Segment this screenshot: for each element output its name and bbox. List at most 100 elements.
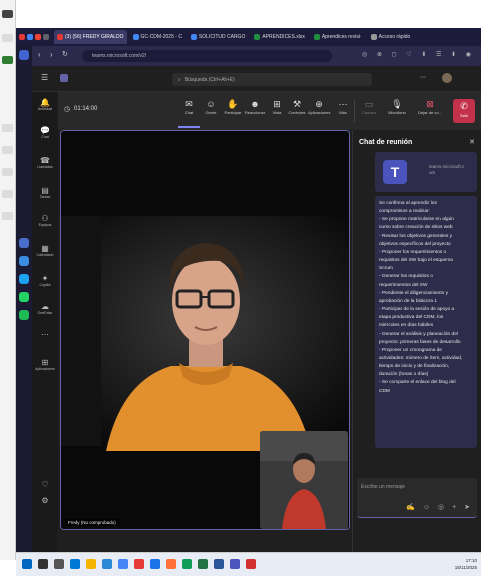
meeting-button-mas[interactable]: ⋯ Más bbox=[332, 98, 354, 115]
tab-fredy-giraldo[interactable]: (3) (56) FREDY GIRALDO bbox=[54, 30, 127, 44]
meeting-button-participar[interactable]: ✋ Participar bbox=[222, 98, 244, 115]
home-icon[interactable] bbox=[19, 50, 29, 60]
rail-item-equipos[interactable]: ⚇ Equipos bbox=[32, 214, 58, 227]
link-preview-card[interactable]: T teams.microsoft.c om bbox=[375, 152, 477, 192]
rail-label: Equipos bbox=[38, 223, 52, 227]
rail-item-chat[interactable]: 💬 Chat bbox=[32, 126, 58, 139]
self-video bbox=[260, 431, 348, 529]
search-icon[interactable] bbox=[38, 559, 48, 569]
meeting-button-chat[interactable]: ✉ Chat bbox=[178, 98, 200, 128]
rail-label: OneDrive bbox=[37, 311, 53, 315]
clock-date: 18/11/2025 bbox=[454, 565, 477, 570]
stop-sharing-button[interactable]: ⊠ Dejar de co... bbox=[416, 98, 444, 115]
chat-message-line: tiempo de inicio y de finalización, bbox=[379, 364, 450, 370]
more-options-icon[interactable]: ⋯ bbox=[420, 74, 426, 81]
browser-tab-bar: (3) (56) FREDY GIRALDO GC-CDM-2025 - C S… bbox=[16, 28, 481, 46]
camera-button[interactable]: ▭ Cámara bbox=[358, 98, 380, 115]
meeting-button-aplicaciones[interactable]: ⊕ Aplicaciones bbox=[308, 98, 330, 115]
leave-button[interactable]: ✆ Salir bbox=[453, 99, 475, 123]
windows-start-icon[interactable] bbox=[22, 559, 32, 569]
meeting-button-label: Participar bbox=[224, 110, 242, 115]
file-explorer-icon[interactable] bbox=[86, 559, 96, 569]
address-bar-row: ‹ › ↻ teams.microsoft.com/v2/ ◎ ⊕ ◻ ♡ ⬇ … bbox=[32, 46, 481, 66]
firefox-icon[interactable] bbox=[166, 559, 176, 569]
compose-tools-icons[interactable]: ✍ ☺ ◎ + ➤ bbox=[406, 503, 473, 511]
chat-message-line: duración (horas o días) bbox=[379, 372, 429, 378]
teams-icon[interactable] bbox=[230, 559, 240, 569]
tab-aprendices-revision[interactable]: Aprendices revisi· bbox=[311, 30, 365, 44]
shield-icon: ◷ bbox=[64, 106, 71, 113]
rail-item-llamadas[interactable]: ☎ Llamadas bbox=[32, 156, 58, 169]
meeting-chat-panel: Chat de reunión ✕ T teams.microsoft.c om … bbox=[352, 130, 481, 552]
message-compose-box[interactable]: Escribe un mensaje ✍ ☺ ◎ + ➤ bbox=[357, 478, 477, 518]
tab-label: Acceso rápido bbox=[378, 34, 411, 40]
chat-message-line: miércoles en días hábiles bbox=[379, 323, 434, 329]
tab-favicon-icon bbox=[132, 34, 139, 40]
rail-item-help[interactable]: ♡ bbox=[32, 480, 58, 489]
rail-item-settings[interactable]: ⚙ bbox=[32, 496, 58, 505]
meeting-button-label: Gente bbox=[205, 110, 217, 115]
meeting-button-vista[interactable]: ⊞ Vista bbox=[266, 98, 288, 115]
app-icon[interactable] bbox=[150, 559, 160, 569]
tab-favicon-icon bbox=[57, 34, 63, 40]
list-icon bbox=[2, 168, 13, 176]
back-icon[interactable]: ‹ bbox=[38, 50, 41, 59]
apps-icon: ⊕ bbox=[315, 99, 323, 109]
meeting-button-gente[interactable]: ☺ Gente bbox=[200, 98, 222, 115]
meeting-button-controles[interactable]: ⚒ Controles bbox=[286, 98, 308, 115]
camera-off-icon: ▭ bbox=[364, 99, 374, 109]
cloud-icon: ☁ bbox=[41, 302, 49, 311]
opera-icon[interactable] bbox=[134, 559, 144, 569]
rail-item-aplicaciones[interactable]: ⊞ Aplicaciones bbox=[32, 358, 58, 371]
menu-icon[interactable]: ☰ bbox=[41, 73, 48, 82]
url-field[interactable]: teams.microsoft.com/v2/ bbox=[82, 50, 332, 62]
tab-gc-cdm[interactable]: GC-CDM-2025 - C bbox=[130, 30, 185, 44]
store-icon[interactable] bbox=[102, 559, 112, 569]
tab-favicon-icon bbox=[313, 34, 320, 40]
copilot-icon: ✦ bbox=[41, 274, 49, 283]
tab-acceso-rapido[interactable]: Acceso rápido bbox=[368, 30, 414, 44]
pdf-icon[interactable] bbox=[246, 559, 256, 569]
rail-item-tareas[interactable]: ▤ Tareas bbox=[32, 186, 58, 199]
microphone-button[interactable]: 🎙 Micrófono bbox=[386, 98, 408, 115]
app-icon[interactable] bbox=[182, 559, 192, 569]
tab-label: Aprendices revisi· bbox=[321, 34, 362, 40]
rail-item-calendario[interactable]: ▦ Calendario bbox=[32, 244, 58, 257]
edge-icon[interactable] bbox=[70, 559, 80, 569]
word-icon[interactable] bbox=[214, 559, 224, 569]
tab-solicitud-cargo[interactable]: SOLICITUD CARGO bbox=[188, 30, 248, 44]
chrome-icon[interactable] bbox=[118, 559, 128, 569]
meeting-button-label: Micrófono bbox=[388, 110, 406, 115]
forward-icon[interactable]: › bbox=[50, 50, 53, 59]
reload-icon[interactable]: ↻ bbox=[62, 50, 68, 58]
self-view-tile[interactable] bbox=[260, 431, 348, 529]
system-clock[interactable]: 17:10 18/11/2025 bbox=[455, 557, 477, 571]
messenger-icon[interactable] bbox=[19, 274, 29, 284]
bell-icon: 🔔 bbox=[40, 98, 50, 107]
close-icon[interactable]: ✕ bbox=[469, 138, 475, 146]
rail-item-copilot[interactable]: ✦ Copilot bbox=[32, 274, 58, 287]
avatar[interactable] bbox=[442, 73, 452, 83]
sidebar-app-icon[interactable] bbox=[19, 256, 29, 266]
windows-taskbar: 17:10 18/11/2025 bbox=[16, 552, 481, 576]
rail-item-more[interactable]: ⋯ bbox=[32, 330, 58, 339]
whatsapp-icon[interactable] bbox=[19, 292, 29, 302]
tab-aprendices[interactable]: APRENDICES.xlsx bbox=[251, 30, 308, 44]
rail-item-onedrive[interactable]: ☁ OneDrive bbox=[32, 302, 58, 315]
browser-toolbar-icons[interactable]: ◎ ⊕ ◻ ♡ ⬇ ☰ ⬇ ◉ bbox=[362, 51, 475, 58]
chat-message-line: - Generar los requisitos o bbox=[379, 274, 433, 280]
spotify-icon[interactable] bbox=[19, 310, 29, 320]
sidebar-app-icon[interactable] bbox=[19, 238, 29, 248]
rail-label: Llamadas bbox=[37, 165, 53, 169]
meeting-button-reaccionar[interactable]: ☻ Reaccionar bbox=[244, 98, 266, 115]
meeting-button-label: Reaccionar bbox=[244, 110, 266, 115]
task-view-icon[interactable] bbox=[54, 559, 64, 569]
search-icon: ⌕ bbox=[178, 76, 181, 83]
teams-rail: 🔔 Actividad 💬 Chat ☎ Llamadas ▤ Tareas ⚇ Equi… bbox=[32, 92, 58, 552]
rail-item-actividad[interactable]: 🔔 Actividad bbox=[32, 98, 58, 111]
stop-share-icon: ⊠ bbox=[426, 99, 434, 109]
calendar-icon: ▦ bbox=[41, 244, 49, 253]
excel-icon[interactable] bbox=[198, 559, 208, 569]
more-icon: ⋯ bbox=[41, 330, 49, 339]
search-input[interactable]: ⌕ Búsqueda (Ctrl+Alt+E) bbox=[172, 73, 372, 86]
